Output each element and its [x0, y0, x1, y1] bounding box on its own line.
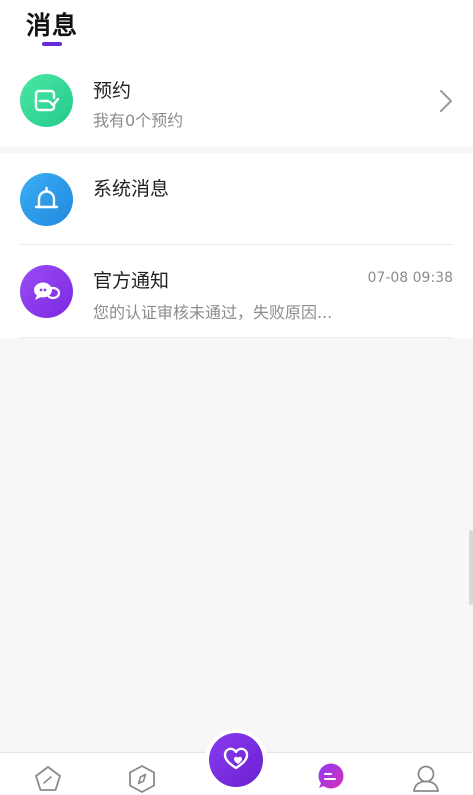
page-title: 消息	[26, 11, 79, 40]
compass-icon	[129, 765, 155, 793]
heart-center-icon	[223, 747, 249, 770]
tab-home[interactable]	[32, 763, 64, 795]
user-icon	[413, 765, 439, 792]
header: 消息	[0, 0, 473, 58]
pentagon-home-icon	[35, 766, 61, 791]
tab-match-center-button[interactable]	[209, 733, 263, 787]
chat-bubbles-icon	[20, 265, 73, 318]
official-notice-time: 07-08 09:38	[367, 270, 453, 286]
appointment-subtitle: 我有0个预约	[93, 111, 184, 130]
official-notice-preview: 您的认证审核未通过，失败原因...	[93, 303, 333, 322]
calendar-check-icon	[20, 74, 73, 127]
title-underline	[42, 42, 62, 46]
scrollbar[interactable]	[469, 530, 473, 605]
chevron-right-icon	[440, 90, 452, 112]
message-bubble-icon	[318, 763, 344, 789]
list-item-official-notice[interactable]: 官方通知 07-08 09:38 您的认证审核未通过，失败原因...	[0, 245, 473, 337]
tab-messages[interactable]	[314, 761, 346, 793]
tab-profile[interactable]	[410, 762, 442, 794]
bell-icon	[20, 173, 73, 226]
official-notice-title: 官方通知	[93, 270, 170, 292]
message-list: 系统消息 官方通知 07-08 09:38 您的认证审核未通过，失败原因...	[0, 153, 473, 338]
divider	[20, 337, 453, 338]
list-item-system-messages[interactable]: 系统消息	[0, 153, 473, 245]
appointment-row[interactable]: 预约 我有0个预约	[0, 58, 473, 150]
tab-discover[interactable]	[126, 763, 158, 795]
system-messages-title: 系统消息	[93, 178, 170, 200]
appointment-card: 预约 我有0个预约	[0, 58, 473, 146]
appointment-title: 预约	[93, 80, 132, 102]
